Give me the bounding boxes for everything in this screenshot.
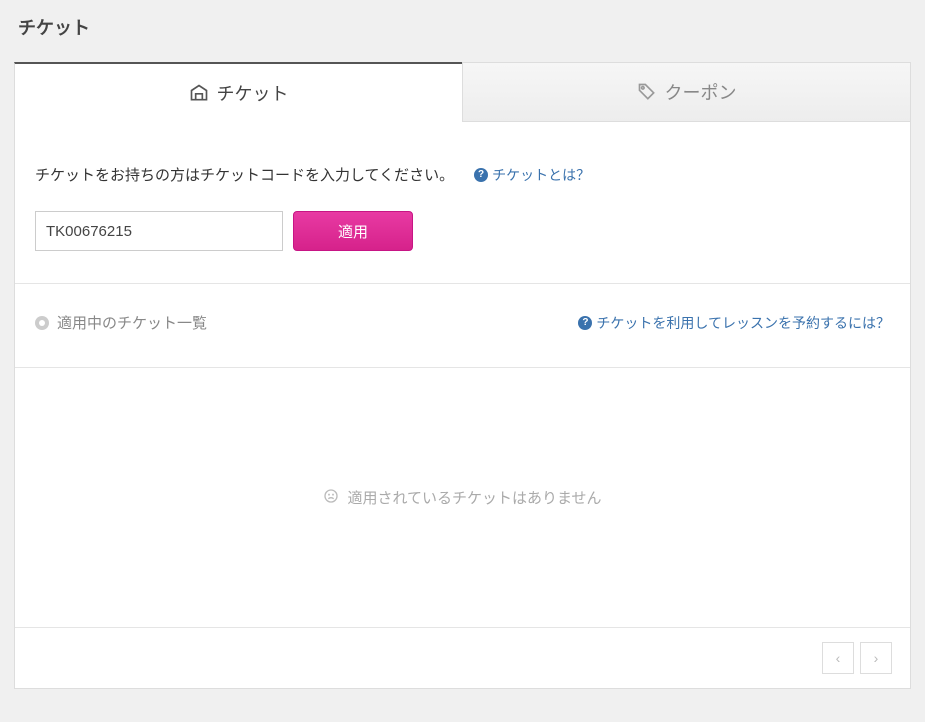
tab-ticket-label: チケット (217, 80, 289, 106)
apply-button[interactable]: 適用 (293, 211, 413, 251)
tab-coupon-label: クーポン (665, 79, 737, 105)
tab-ticket[interactable]: チケット (14, 62, 462, 122)
applied-tickets-heading-label: 適用中のチケット一覧 (57, 312, 207, 333)
entry-section: チケットをお持ちの方はチケットコードを入力してください。 ? チケットとは？ 適… (15, 122, 910, 284)
sad-face-icon (323, 488, 339, 508)
entry-instruction: チケットをお持ちの方はチケットコードを入力してください。 (35, 164, 454, 185)
tab-bar: チケット クーポン (14, 62, 911, 122)
empty-message-text: 適用されているチケットはありません (347, 487, 601, 508)
empty-message: 適用されているチケットはありません (323, 487, 601, 508)
chevron-right-icon: › (874, 650, 879, 666)
coupon-icon (637, 82, 657, 102)
what-is-ticket-label: チケットとは？ (492, 165, 590, 185)
prev-page-button[interactable]: ‹ (822, 642, 854, 674)
page-title: チケット (18, 14, 911, 40)
ticket-icon (189, 83, 209, 103)
empty-section: 適用されているチケットはありません (15, 368, 910, 628)
bullet-icon (35, 316, 49, 330)
what-is-ticket-link[interactable]: ? チケットとは？ (474, 165, 590, 185)
applied-tickets-heading: 適用中のチケット一覧 (35, 312, 207, 333)
pager: ‹ › (15, 628, 910, 688)
how-to-book-label: チケットを利用してレッスンを予約するには？ (596, 313, 890, 333)
ticket-code-input[interactable] (35, 211, 283, 251)
question-icon: ? (578, 316, 592, 330)
how-to-book-link[interactable]: ? チケットを利用してレッスンを予約するには？ (578, 313, 890, 333)
chevron-left-icon: ‹ (836, 650, 841, 666)
ticket-panel: チケットをお持ちの方はチケットコードを入力してください。 ? チケットとは？ 適… (14, 122, 911, 689)
next-page-button[interactable]: › (860, 642, 892, 674)
list-section: 適用中のチケット一覧 ? チケットを利用してレッスンを予約するには？ (15, 284, 910, 368)
tab-coupon[interactable]: クーポン (462, 62, 911, 122)
question-icon: ? (474, 168, 488, 182)
